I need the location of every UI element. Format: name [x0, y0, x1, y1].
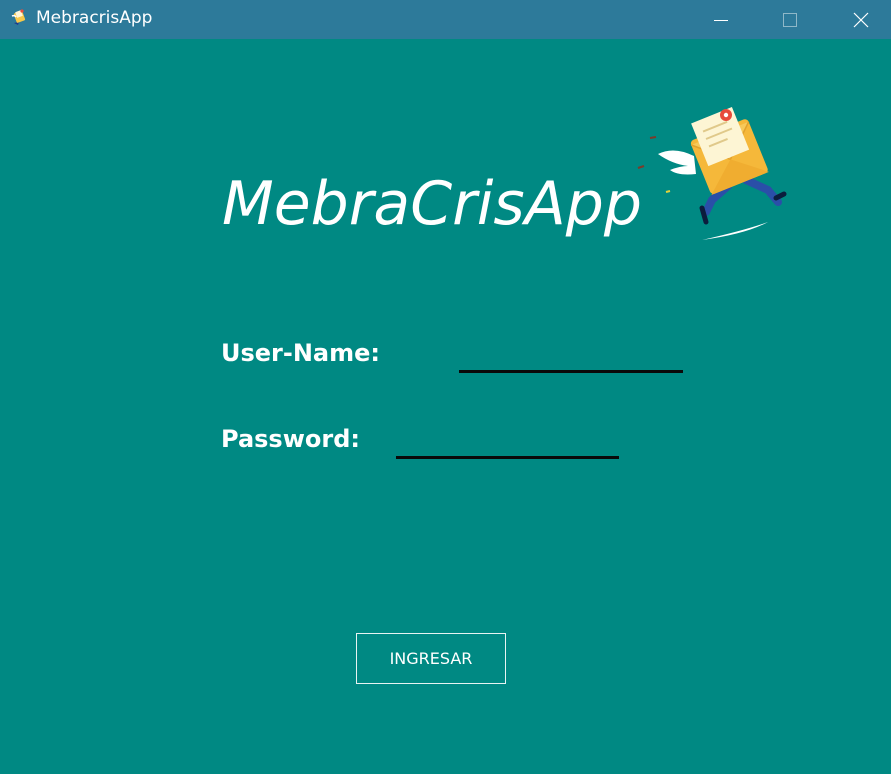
title-bar[interactable]: MebracrisApp	[0, 0, 891, 39]
app-icon	[10, 8, 30, 28]
password-label: Password:	[221, 425, 360, 453]
window-title: MebracrisApp	[36, 8, 153, 28]
close-icon	[853, 12, 869, 27]
password-input[interactable]	[396, 426, 619, 459]
ingresar-button[interactable]: INGRESAR	[356, 633, 506, 684]
maximize-button[interactable]	[767, 0, 813, 39]
minimize-button[interactable]	[698, 0, 744, 39]
app-heading: MebraCrisApp	[222, 169, 642, 239]
minimize-icon	[714, 19, 728, 21]
username-label: User-Name:	[221, 339, 381, 367]
username-input[interactable]	[459, 340, 683, 373]
app-window: MebracrisApp MebraCrisApp User-Name: Pas…	[0, 0, 891, 774]
flying-envelope-mascot-icon	[637, 106, 787, 240]
maximize-icon	[783, 12, 797, 27]
close-button[interactable]	[838, 0, 884, 39]
